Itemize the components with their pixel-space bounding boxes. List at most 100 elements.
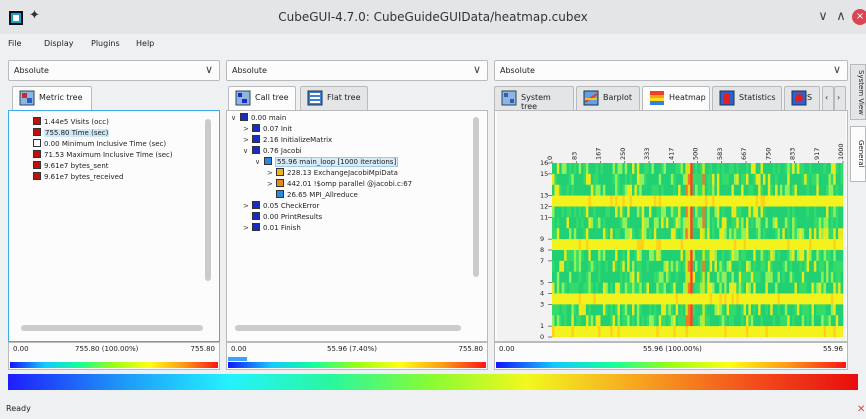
call-vscroll[interactable] <box>473 117 479 277</box>
tab-barplot[interactable]: Barplot <box>576 86 640 110</box>
status-close-icon[interactable]: ✕ <box>857 404 865 415</box>
heatmap-cell <box>622 228 626 240</box>
heatmap-cell <box>622 250 626 262</box>
heatmap-cell <box>632 293 635 305</box>
metric-item[interactable]: 755.80 Time (sec) <box>33 128 110 139</box>
metric-item[interactable]: 1.44e5 Visits (occ) <box>33 117 109 128</box>
heatmap-cell <box>673 315 676 327</box>
call-item[interactable]: ∨ 0.76 Jacobi <box>243 146 302 157</box>
heatmap-cell <box>830 271 834 283</box>
heatmap-cell <box>823 184 827 196</box>
collapse-icon[interactable]: ∨ <box>231 113 240 124</box>
tab-heatmap[interactable]: Heatmap <box>642 86 710 111</box>
metric-mode-combo[interactable]: Absolute ∨ <box>8 60 220 81</box>
menu-file[interactable]: File <box>8 39 21 48</box>
heatmap-cell <box>678 260 681 273</box>
heatmap-cell <box>661 239 664 251</box>
metric-item[interactable]: 71.53 Maximum Inclusive Time (sec) <box>33 150 173 161</box>
heatmap-cell <box>794 271 798 283</box>
heatmap-cell <box>746 163 749 175</box>
menu-plugins[interactable]: Plugins <box>91 39 120 48</box>
maximize-button[interactable]: ∧ <box>834 9 848 24</box>
tab-system-tree[interactable]: System tree <box>494 86 574 111</box>
heatmap-cell <box>634 326 638 338</box>
heatmap-cell <box>712 293 715 305</box>
heatmap-cell <box>629 163 633 175</box>
tab-metric-tree[interactable]: Metric tree <box>12 86 92 111</box>
call-item[interactable]: >0.01 Finish <box>243 223 301 234</box>
heatmap-cell <box>709 250 713 262</box>
expand-icon[interactable]: > <box>243 135 252 146</box>
metric-item[interactable]: 9.61e7 bytes_received <box>33 172 123 183</box>
tab-s[interactable]: S <box>784 86 820 110</box>
heatmap-cell <box>743 163 747 175</box>
tab-scroll-left[interactable]: ‹ <box>822 86 834 110</box>
collapse-icon[interactable]: ∨ <box>255 157 264 168</box>
heatmap-cell <box>743 304 747 316</box>
heatmap-cell <box>695 195 698 207</box>
menu-display[interactable]: Display <box>44 39 74 48</box>
heatmap-cell <box>733 184 737 196</box>
call-item[interactable]: ∨ 55.96 main_loop [1000 iterations] <box>255 157 399 168</box>
call-item[interactable]: >442.01 !$omp parallel @jacobi.c:67 <box>267 179 412 190</box>
heatmap-cell <box>636 260 640 273</box>
tab-flat-tree[interactable]: Flat tree <box>300 86 368 110</box>
heatmap-cell <box>709 184 713 196</box>
heatmap-cell <box>600 260 604 273</box>
call-item[interactable]: ∨ 0.00 main <box>231 113 286 124</box>
heatmap-chart[interactable]: 0 83 167 250 333 417 500 583 667 750 833 917 1000 01… <box>497 111 846 341</box>
heatmap-cell <box>719 293 723 305</box>
heatmap-cell <box>731 228 735 240</box>
heatmap-cell <box>678 228 681 240</box>
heatmap-cell <box>610 326 613 338</box>
expand-icon[interactable]: > <box>243 124 252 135</box>
menu-help[interactable]: Help <box>136 39 154 48</box>
metric-item[interactable]: 9.61e7 bytes_sent <box>33 161 109 172</box>
heatmap-cell <box>809 260 812 273</box>
heatmap-cell <box>568 282 572 294</box>
expand-icon[interactable]: > <box>267 168 276 179</box>
call-hscroll[interactable] <box>235 325 461 331</box>
call-mode-combo[interactable]: Absolute ∨ <box>226 60 488 81</box>
heatmap-cell <box>566 293 570 305</box>
expand-icon[interactable]: > <box>243 223 252 234</box>
heatmap-cell <box>789 206 793 218</box>
heatmap-cell <box>568 173 572 186</box>
system-mode-combo[interactable]: Absolute ∨ <box>494 60 848 81</box>
heatmap-cell <box>619 271 623 283</box>
call-item[interactable]: >2.16 InitializeMatrix <box>243 135 332 146</box>
tab-statistics[interactable]: Statistics <box>712 86 782 110</box>
expand-icon[interactable]: > <box>243 201 252 212</box>
heatmap-cell <box>619 184 623 196</box>
call-item[interactable]: 0.00 PrintResults <box>243 212 322 223</box>
heatmap-cell <box>627 293 630 305</box>
minimize-button[interactable]: ∨ <box>816 9 830 24</box>
collapse-icon[interactable]: ∨ <box>243 146 252 157</box>
metric-color-icon <box>33 172 41 180</box>
metric-vscroll[interactable] <box>205 119 211 281</box>
heatmap-cell <box>833 228 837 240</box>
side-tab-system-view[interactable]: System View <box>850 64 866 120</box>
call-item[interactable]: 26.65 MPI_Allreduce <box>267 190 358 201</box>
heatmap-cell <box>707 195 710 207</box>
heatmap-cell <box>721 228 725 240</box>
heatmap-cell <box>736 282 740 294</box>
metric-item[interactable]: 0.00 Minimum Inclusive Time (sec) <box>33 139 166 150</box>
tab-scroll-right[interactable]: › <box>834 86 846 110</box>
heatmap-cell <box>838 195 841 207</box>
call-item[interactable]: >0.05 CheckError <box>243 201 319 212</box>
expand-icon[interactable]: > <box>267 179 276 190</box>
call-tree[interactable]: ∨ 0.00 main >0.07 Init >2.16 InitializeMatr… <box>226 110 488 342</box>
heatmap-cell <box>556 163 560 175</box>
side-tab-general[interactable]: General <box>850 126 866 182</box>
call-item[interactable]: >0.07 Init <box>243 124 292 135</box>
heatmap-cell <box>607 228 611 240</box>
metric-tree[interactable]: 1.44e5 Visits (occ) 755.80 Time (sec) 0.00… <box>8 110 220 342</box>
tab-call-tree[interactable]: Call tree <box>228 86 296 111</box>
heatmap-cell <box>665 184 669 196</box>
heatmap-cell <box>687 282 691 294</box>
call-item[interactable]: >228.13 ExchangeJacobiMpiData <box>267 168 398 179</box>
metric-hscroll[interactable] <box>21 325 203 331</box>
call-item-value: 0.00 <box>251 114 267 122</box>
close-button[interactable]: × <box>852 9 866 25</box>
